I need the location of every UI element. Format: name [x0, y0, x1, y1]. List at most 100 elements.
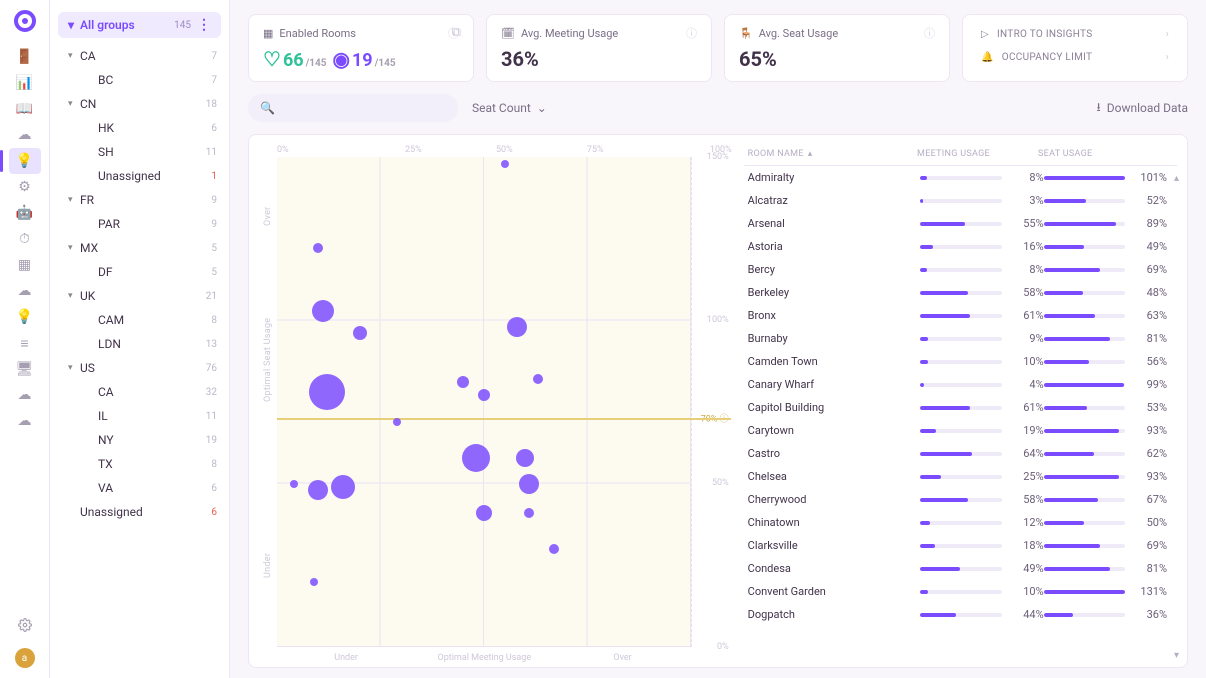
group-leaf[interactable]: ▾Unassigned1	[58, 164, 221, 188]
chart-plot-area[interactable]: Over Optimal Seat Usage Under 150%100%70…	[277, 157, 692, 647]
col-seat-usage[interactable]: SEAT USAGE	[1038, 149, 1159, 159]
chart-bubble[interactable]	[533, 374, 543, 384]
chart-bubble[interactable]	[313, 243, 323, 253]
table-row[interactable]: Astoria16%49%	[744, 235, 1171, 258]
chart-bubble[interactable]	[549, 544, 559, 554]
chart-bubble[interactable]	[290, 480, 298, 488]
group-node[interactable]: ▾MX5	[58, 236, 221, 260]
chart-bubble[interactable]	[524, 508, 534, 518]
group-leaf[interactable]: ▾Unassigned6	[58, 500, 221, 524]
bulb2-icon[interactable]: 💡	[9, 304, 41, 330]
group-leaf[interactable]: ▾CA32	[58, 380, 221, 404]
group-leaf[interactable]: ▾LDN13	[58, 332, 221, 356]
dashboard-icon[interactable]: 📊	[9, 70, 41, 96]
group-leaf[interactable]: ▾PAR9	[58, 212, 221, 236]
group-node[interactable]: ▾US76	[58, 356, 221, 380]
table-row[interactable]: Dogpatch44%36%	[744, 603, 1171, 626]
chart-bubble[interactable]	[516, 449, 534, 467]
groups-header[interactable]: ▾ All groups 145 ⋮	[58, 12, 221, 38]
group-leaf[interactable]: ▾VA6	[58, 476, 221, 500]
group-node[interactable]: ▾UK21	[58, 284, 221, 308]
table-row[interactable]: Carytown19%93%	[744, 419, 1171, 442]
avatar[interactable]: a	[15, 648, 35, 668]
table-row[interactable]: Burnaby9%81%	[744, 327, 1171, 350]
search-input[interactable]: 🔍	[248, 94, 458, 122]
col-room-name[interactable]: ROOM NAME ▴	[748, 149, 917, 159]
chart-bubble[interactable]	[462, 444, 490, 472]
table-row[interactable]: Chinatown12%50%	[744, 511, 1171, 534]
chart-bubble[interactable]	[310, 578, 318, 586]
bubble-chart: 0%25%50%75%100% Over Optimal Seat Usage …	[255, 145, 732, 663]
table-row[interactable]: Admiralty8%101%	[744, 166, 1171, 189]
table-row[interactable]: Camden Town10%56%	[744, 350, 1171, 373]
scroll-down-icon[interactable]: ▾	[1174, 650, 1179, 661]
group-leaf[interactable]: ▾HK6	[58, 116, 221, 140]
cloud3-icon[interactable]: ☁	[9, 382, 41, 408]
table-row[interactable]: Bronx61%63%	[744, 304, 1171, 327]
table-row[interactable]: Clarksville18%69%	[744, 534, 1171, 557]
chart-bubble[interactable]	[519, 474, 539, 494]
group-leaf[interactable]: ▾SH11	[58, 140, 221, 164]
group-leaf[interactable]: ▾CAM8	[58, 308, 221, 332]
external-link-icon[interactable]: ⧉	[452, 25, 461, 40]
chart-bubble[interactable]	[331, 475, 355, 499]
robot-icon[interactable]: 🤖	[9, 200, 41, 226]
chart-bubble[interactable]	[308, 480, 328, 500]
group-count: 5	[197, 243, 217, 254]
download-button[interactable]: ⭳ Download Data	[1097, 98, 1188, 119]
cloud2-icon[interactable]: ☁	[9, 278, 41, 304]
bulb-icon[interactable]: 💡	[9, 148, 41, 174]
sliders-icon[interactable]: ⚙	[9, 174, 41, 200]
door-icon[interactable]: 🚪	[9, 44, 41, 70]
chart-y-tick: 100%	[707, 315, 729, 325]
table-row[interactable]: Castro64%62%	[744, 442, 1171, 465]
group-node[interactable]: ▾CA7	[58, 44, 221, 68]
table-row[interactable]: Alcatraz3%52%	[744, 189, 1171, 212]
chart-bubble[interactable]	[507, 317, 527, 337]
info-icon[interactable]: ⓘ	[686, 25, 697, 41]
cloud-icon[interactable]: ☁	[9, 122, 41, 148]
table-row[interactable]: Canary Wharf4%99%	[744, 373, 1171, 396]
chart-bubble[interactable]	[309, 374, 345, 410]
cloud4-icon[interactable]: ☁	[9, 408, 41, 434]
scroll-up-icon[interactable]: ▴	[1174, 173, 1179, 661]
group-node[interactable]: ▾CN18	[58, 92, 221, 116]
chart-bubble[interactable]	[457, 376, 469, 388]
book-icon[interactable]: 📖	[9, 96, 41, 122]
chart-bubble[interactable]	[478, 389, 490, 401]
group-node[interactable]: ▾FR9	[58, 188, 221, 212]
table-row[interactable]: Bercy8%69%	[744, 258, 1171, 281]
table-row[interactable]: Berkeley58%48%	[744, 281, 1171, 304]
search-field[interactable]	[283, 100, 446, 116]
table-row[interactable]: Cherrywood58%67%	[744, 488, 1171, 511]
insight-intro[interactable]: ▷ INTRO TO INSIGHTS ›	[977, 25, 1173, 44]
table-row[interactable]: Convent Garden10%131%	[744, 580, 1171, 603]
group-leaf[interactable]: ▾TX8	[58, 452, 221, 476]
sliders2-icon[interactable]: ≡	[9, 330, 41, 356]
layout-icon[interactable]: ▦	[9, 252, 41, 278]
chart-bubble[interactable]	[476, 505, 492, 521]
table-row[interactable]: Arsenal55%89%	[744, 212, 1171, 235]
cell-seat-usage: 52%	[1044, 194, 1167, 207]
filter-seat-count[interactable]: Seat Count ⌄	[472, 101, 547, 115]
chart-bubble[interactable]	[501, 160, 509, 168]
table-body[interactable]: Admiralty8%101%Alcatraz3%52%Arsenal55%89…	[744, 166, 1177, 663]
col-meeting-usage[interactable]: MEETING USAGE	[917, 149, 1038, 159]
chart-bubble[interactable]	[312, 300, 334, 322]
info-icon[interactable]: ⓘ	[924, 25, 935, 41]
table-row[interactable]: Chelsea25%93%	[744, 465, 1171, 488]
group-leaf[interactable]: ▾IL11	[58, 404, 221, 428]
table-row[interactable]: Condesa49%81%	[744, 557, 1171, 580]
insight-occupancy[interactable]: 🔔 OCCUPANCY LIMIT ›	[977, 48, 1173, 67]
table-row[interactable]: Capitol Building61%53%	[744, 396, 1171, 419]
monitor-icon[interactable]: 🖥	[9, 356, 41, 382]
chart-bubble[interactable]	[393, 418, 401, 426]
group-leaf[interactable]: ▾BC7	[58, 68, 221, 92]
logo-icon[interactable]	[14, 10, 36, 32]
gauge-icon[interactable]: ⏱	[9, 226, 41, 252]
cell-meeting-usage: 64%	[920, 447, 1043, 460]
group-leaf[interactable]: ▾DF5	[58, 260, 221, 284]
group-leaf[interactable]: ▾NY19	[58, 428, 221, 452]
settings-icon[interactable]	[9, 612, 41, 638]
chart-bubble[interactable]	[353, 326, 367, 340]
